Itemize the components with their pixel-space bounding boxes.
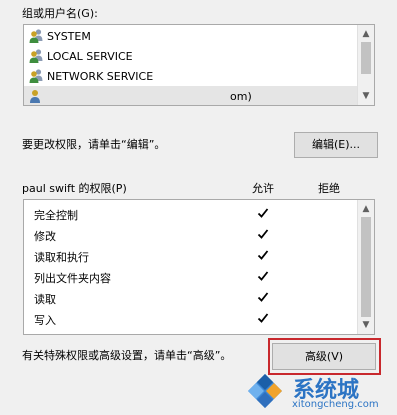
allow-header: 允许 <box>252 182 274 195</box>
watermark-url: xitongcheng.com <box>292 399 379 410</box>
users-listbox[interactable]: SYSTEM LOCAL SERVICE NETWORK SERVICE om)… <box>23 24 375 106</box>
permission-row: 读取和执行 <box>24 246 358 267</box>
checkmark-icon <box>257 250 269 260</box>
edit-button[interactable]: 编辑(E)... <box>294 132 378 158</box>
checkmark-icon <box>257 271 269 281</box>
advanced-hint: 有关特殊权限或高级设置，请单击“高级”。 <box>22 349 232 362</box>
change-permissions-hint: 要更改权限，请单击“编辑”。 <box>22 138 166 151</box>
watermark-logo-icon <box>248 374 282 408</box>
user-name: NETWORK SERVICE <box>47 69 154 83</box>
users-group-icon <box>29 49 43 63</box>
permissions-for-label: paul swift 的权限(P) <box>22 182 127 195</box>
user-row-local-service[interactable]: LOCAL SERVICE <box>24 46 358 66</box>
users-group-icon <box>29 69 43 83</box>
permissions-scrollbar[interactable]: ▲ ▼ <box>357 200 374 334</box>
users-scrollbar[interactable]: ▲ ▼ <box>357 25 374 105</box>
permissions-list[interactable]: 完全控制 修改 读取和执行 列出文件夹内容 读取 写入 ▲ ▼ <box>23 199 375 335</box>
permission-name: 完全控制 <box>34 209 78 222</box>
users-group-icon <box>29 29 43 43</box>
user-row-selected[interactable]: om) <box>24 86 358 105</box>
user-name: LOCAL SERVICE <box>47 49 133 63</box>
permission-row: 修改 <box>24 225 358 246</box>
checkmark-icon <box>257 229 269 239</box>
checkmark-icon <box>257 208 269 218</box>
permission-name: 写入 <box>34 314 56 327</box>
permission-row: 读取 <box>24 288 358 309</box>
permission-name: 读取 <box>34 293 56 306</box>
groups-label: 组或用户名(G): <box>22 7 98 20</box>
permission-row: 写入 <box>24 309 358 330</box>
scroll-down-icon[interactable]: ▼ <box>358 88 374 104</box>
scroll-thumb[interactable] <box>361 217 371 317</box>
scroll-up-icon[interactable]: ▲ <box>358 26 374 42</box>
scroll-up-icon[interactable]: ▲ <box>358 201 374 217</box>
checkmark-icon <box>257 313 269 323</box>
permission-row: 列出文件夹内容 <box>24 267 358 288</box>
permission-row: 完全控制 <box>24 204 358 225</box>
scroll-down-icon[interactable]: ▼ <box>358 317 374 333</box>
user-name-redacted: om) <box>230 89 252 103</box>
user-name: SYSTEM <box>47 29 91 43</box>
checkmark-icon <box>257 292 269 302</box>
permission-name: 读取和执行 <box>34 251 89 264</box>
permission-name: 修改 <box>34 230 56 243</box>
deny-header: 拒绝 <box>318 182 340 195</box>
user-row-system[interactable]: SYSTEM <box>24 26 358 46</box>
permission-name: 列出文件夹内容 <box>34 272 111 285</box>
advanced-button[interactable]: 高级(V) <box>272 343 376 370</box>
user-icon <box>30 90 40 103</box>
user-row-network-service[interactable]: NETWORK SERVICE <box>24 66 358 86</box>
scroll-thumb[interactable] <box>361 42 371 74</box>
